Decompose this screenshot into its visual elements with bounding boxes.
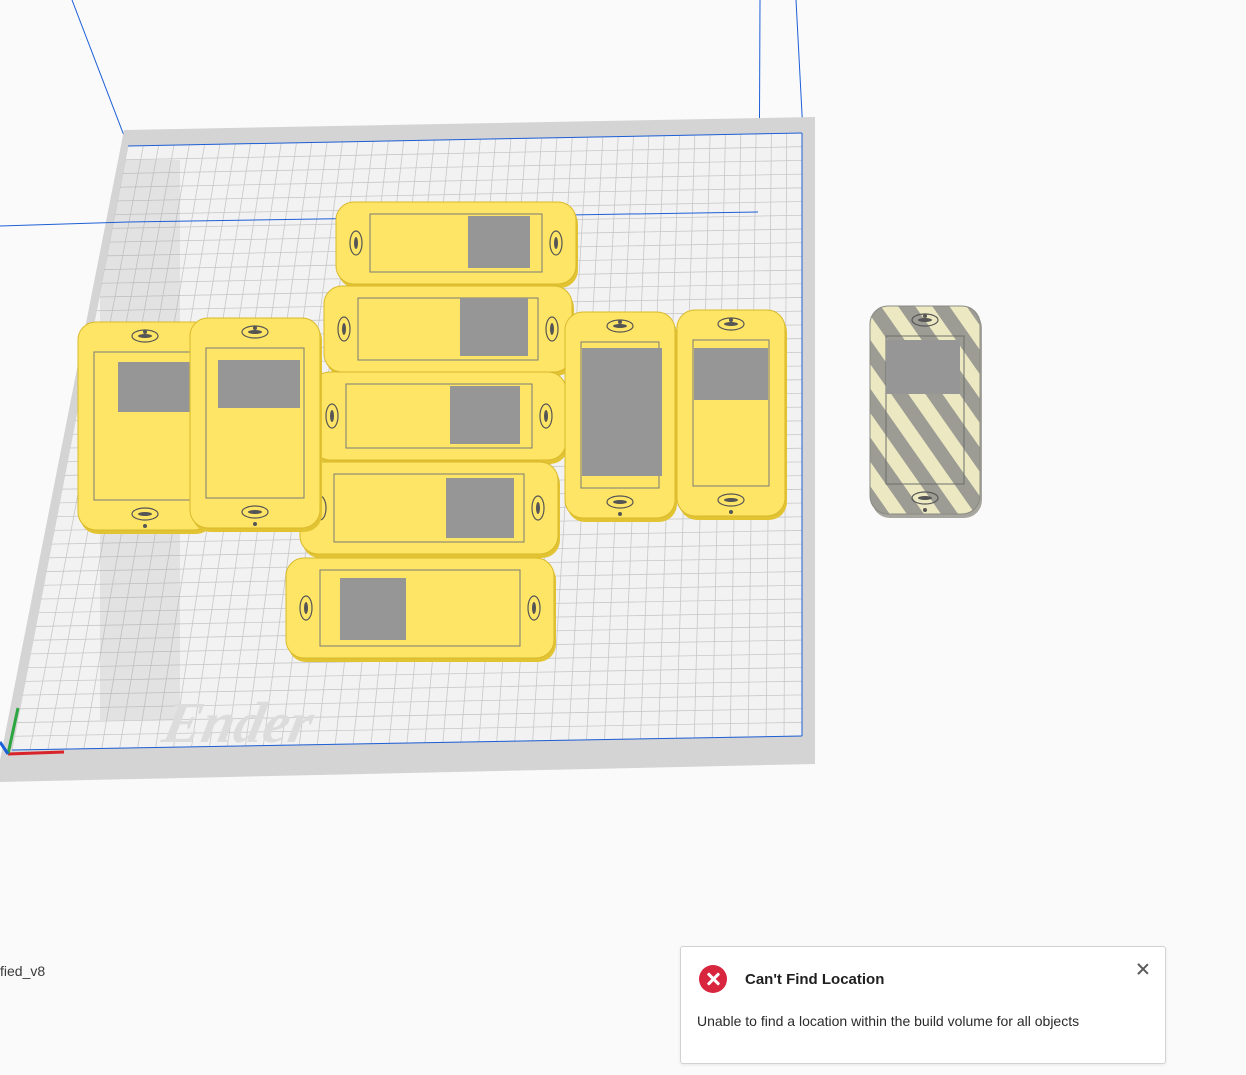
model-object[interactable] bbox=[285, 557, 556, 662]
model-object-out-of-bounds[interactable] bbox=[869, 305, 982, 518]
notification-message: Unable to find a location within the bui… bbox=[697, 1013, 1080, 1029]
model-object[interactable] bbox=[189, 317, 322, 532]
close-icon[interactable] bbox=[1135, 961, 1151, 977]
model-object[interactable] bbox=[335, 201, 578, 288]
error-circle-icon bbox=[699, 965, 727, 993]
model-object[interactable] bbox=[299, 461, 560, 558]
project-filename: fied_v8 bbox=[0, 963, 46, 979]
model-object[interactable] bbox=[323, 285, 574, 376]
3d-viewport[interactable]: Ender fied_v8 Can't Find Location Unable… bbox=[0, 0, 1246, 1075]
model-object[interactable] bbox=[676, 309, 787, 520]
notification-title: Can't Find Location bbox=[745, 971, 885, 988]
model-object[interactable] bbox=[311, 371, 568, 464]
model-object[interactable] bbox=[564, 311, 677, 522]
build-plate-scene[interactable]: Ender bbox=[0, 0, 1246, 1075]
notification-toast: Can't Find Location Unable to find a loc… bbox=[680, 946, 1166, 1064]
